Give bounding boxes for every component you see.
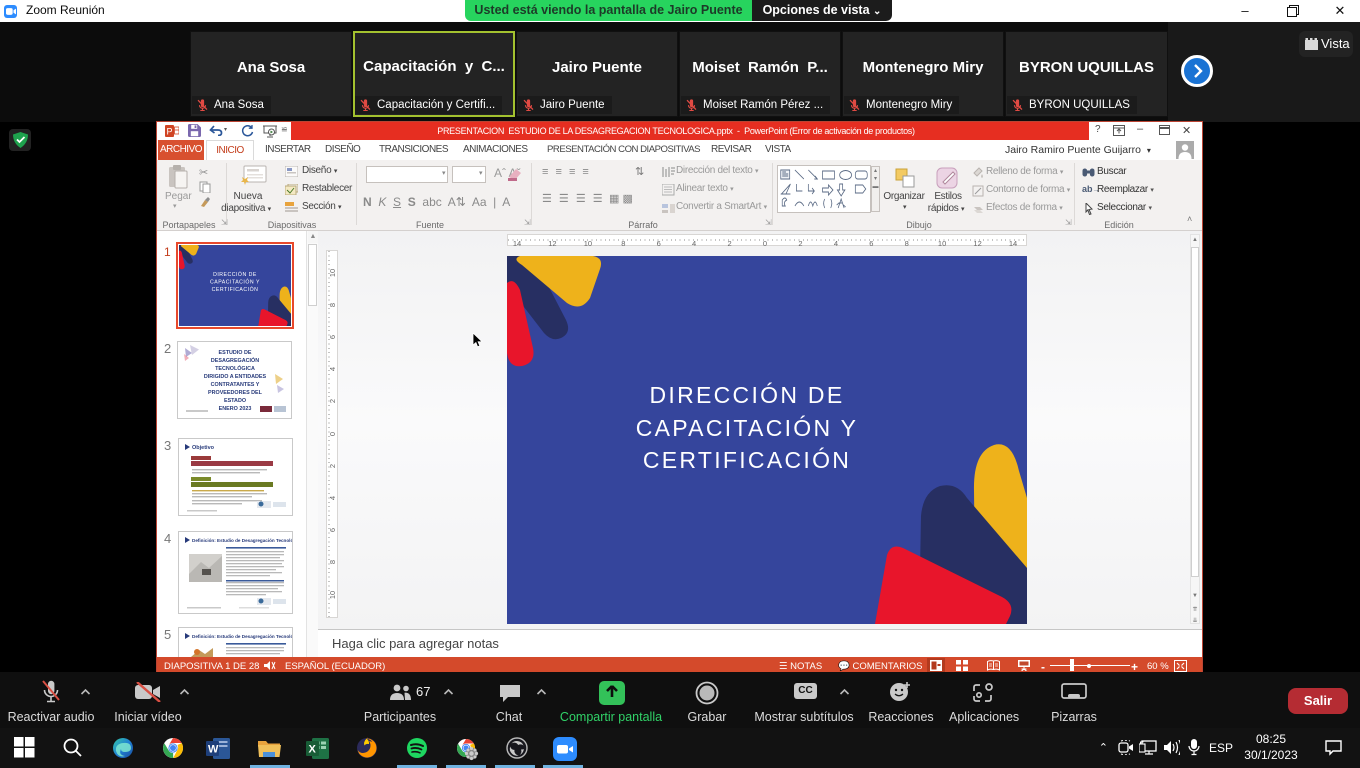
svg-text:Definición: Estudio de Desagr: Definición: Estudio de Desagregación Tec… [192,538,292,543]
svg-text:DIRIGIDO A ENTIDADES: DIRIGIDO A ENTIDADES [204,374,267,380]
svg-text:PROVEEDORES DEL: PROVEEDORES DEL [208,390,263,396]
svg-text:DIRECCIÓN DE: DIRECCIÓN DE [213,271,257,278]
svg-text:CONTRATANTES Y: CONTRATANTES Y [211,382,260,388]
svg-text:ESTADO: ESTADO [224,398,246,404]
svg-text:Definición: Estudio de Desagr: Definición: Estudio de Desagregación Tec… [192,634,292,639]
svg-text:W: W [208,744,219,756]
svg-text:CAPACITACIÓN Y: CAPACITACIÓN Y [210,279,260,286]
svg-text:Objetivo: Objetivo [192,445,215,451]
svg-text:X: X [309,744,317,756]
svg-text:ENERO 2023: ENERO 2023 [219,406,252,412]
svg-text:CERTIFICACIÓN: CERTIFICACIÓN [212,286,259,293]
svg-text:ESTUDIO DE: ESTUDIO DE [219,350,252,356]
svg-text:DESAGREGACIÓN: DESAGREGACIÓN [211,356,259,364]
svg-text:TECNOLÓGICA: TECNOLÓGICA [215,364,255,372]
